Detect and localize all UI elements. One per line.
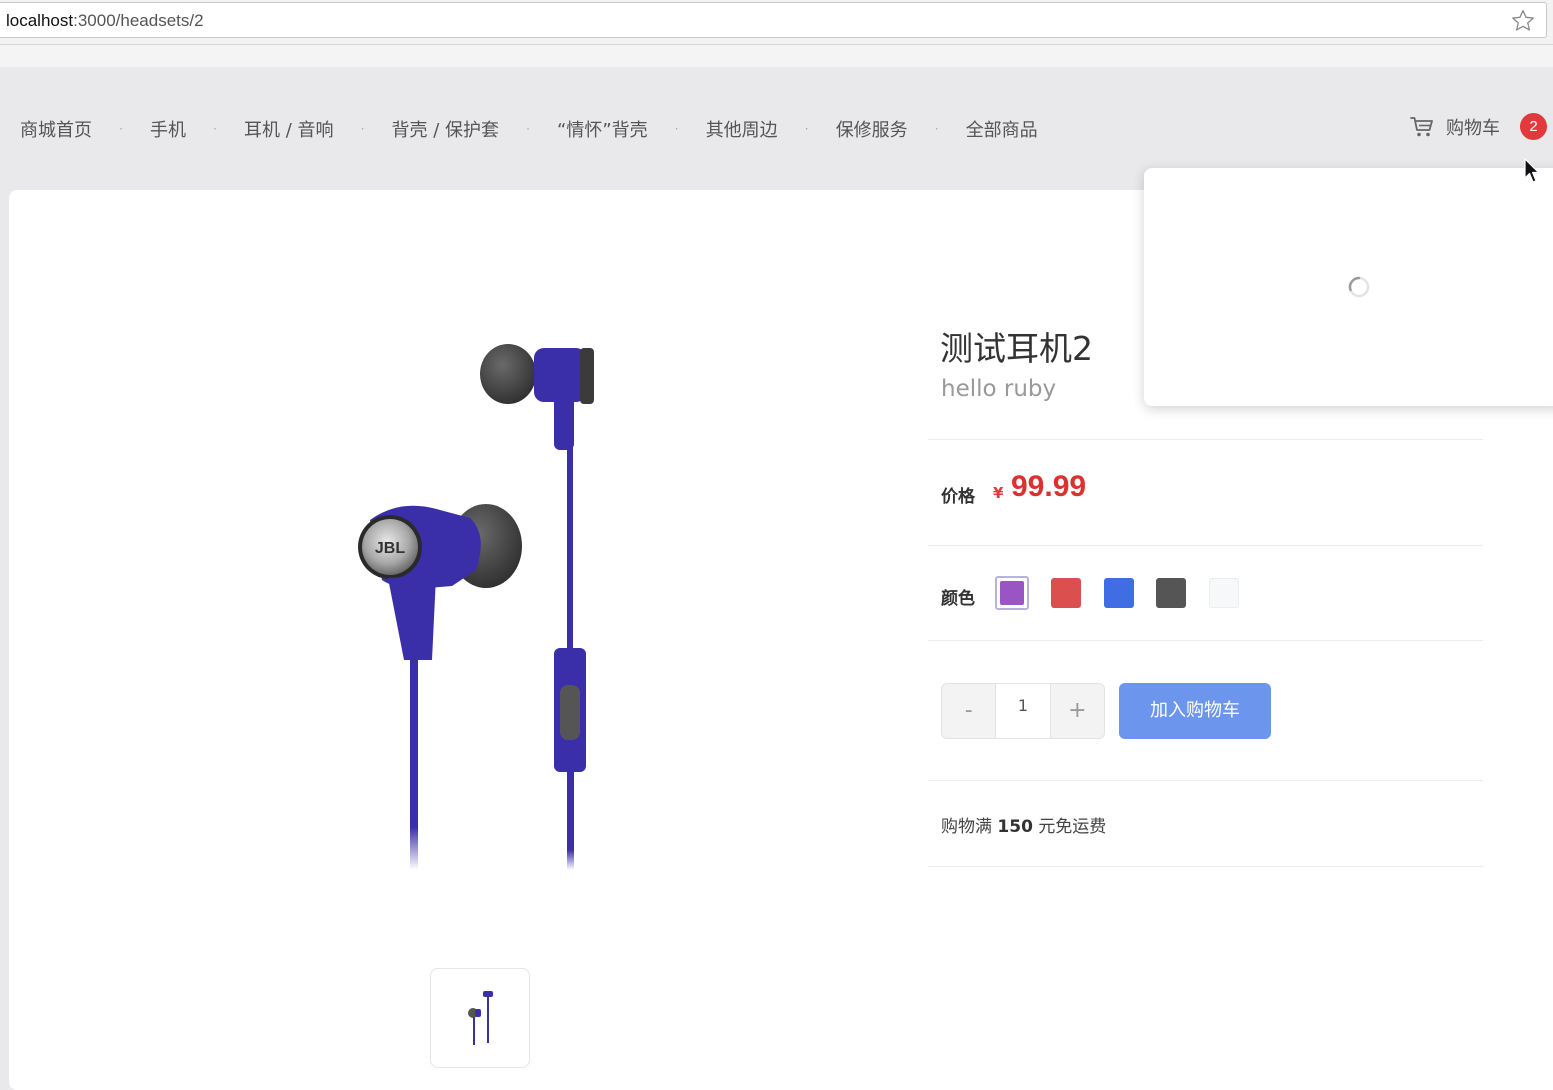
nav-separator: · (526, 122, 530, 136)
color-swatch[interactable] (995, 576, 1029, 610)
thumbnail-earphones-image (468, 991, 493, 1045)
nav-separator: · (213, 122, 217, 136)
divider (928, 545, 1483, 546)
nav-item-all-products[interactable]: 全部商品 (966, 116, 1038, 142)
divider (928, 640, 1483, 641)
shopping-cart-icon (1410, 117, 1433, 137)
cart-label: 购物车 (1446, 118, 1500, 139)
nav-item-accessories[interactable]: 其他周边 (706, 116, 778, 142)
quantity-input[interactable]: 1 (995, 684, 1051, 738)
shipping-prefix: 购物满 (941, 817, 992, 837)
page-top-strip (0, 45, 1553, 67)
product-image: JBL (358, 344, 594, 870)
bookmark-star-icon[interactable] (1510, 8, 1536, 34)
nav-separator: · (934, 122, 939, 136)
color-label: 颜色 (941, 589, 975, 609)
url-text: localhost:3000/headsets/2 (6, 11, 204, 31)
shipping-notice: 购物满 150 元免运费 (941, 812, 1106, 837)
color-swatch[interactable] (1209, 578, 1239, 608)
shipping-amount: 150 (997, 817, 1033, 837)
browser-address-bar: localhost:3000/headsets/2 (0, 0, 1553, 45)
price-label: 价格 (941, 487, 975, 507)
color-swatch[interactable] (1156, 578, 1186, 608)
cart-count-badge: 2 (1520, 113, 1547, 140)
nav-separator: · (360, 122, 365, 136)
divider (928, 866, 1483, 867)
svg-text:JBL: JBL (375, 540, 405, 557)
url-path: :3000/headsets/2 (73, 11, 204, 30)
loading-spinner-icon (1348, 276, 1370, 298)
nav-item-special-cases[interactable]: “情怀”背壳 (557, 116, 648, 142)
nav-item-warranty[interactable]: 保修服务 (836, 116, 908, 142)
product-thumbnail[interactable] (430, 968, 530, 1068)
price-currency: ¥ (993, 484, 1004, 502)
divider (928, 780, 1483, 781)
nav-separator: · (119, 122, 123, 136)
url-field[interactable]: localhost:3000/headsets/2 (0, 2, 1547, 38)
increase-quantity-button[interactable]: + (1051, 684, 1104, 738)
price-value: 99.99 (1011, 470, 1087, 503)
nav-separator: · (674, 122, 679, 136)
divider (928, 439, 1483, 440)
color-swatch[interactable] (1051, 578, 1081, 608)
nav-item-cases[interactable]: 背壳 / 保护套 (392, 116, 500, 142)
mouse-cursor-icon (1524, 158, 1540, 183)
nav-menu: 商城首页 · 手机 · 耳机 / 音响 · 背壳 / 保护套 · “情怀”背壳 … (20, 116, 1038, 142)
nav-item-home[interactable]: 商城首页 (20, 116, 92, 142)
url-host: localhost (6, 11, 74, 30)
shipping-suffix: 元免运费 (1038, 817, 1107, 837)
quantity-stepper: - 1 + (941, 683, 1105, 739)
nav-item-phones[interactable]: 手机 (150, 116, 186, 142)
add-to-cart-button[interactable]: 加入购物车 (1119, 683, 1271, 739)
cart-link[interactable]: 购物车 (1410, 114, 1500, 140)
product-subtitle: hello ruby (941, 376, 1057, 402)
nav-separator: · (804, 122, 809, 136)
decrease-quantity-button[interactable]: - (942, 684, 995, 738)
product-title: 测试耳机2 (940, 329, 1093, 368)
nav-item-headsets[interactable]: 耳机 / 音响 (244, 116, 334, 142)
color-swatch[interactable] (1104, 578, 1134, 608)
